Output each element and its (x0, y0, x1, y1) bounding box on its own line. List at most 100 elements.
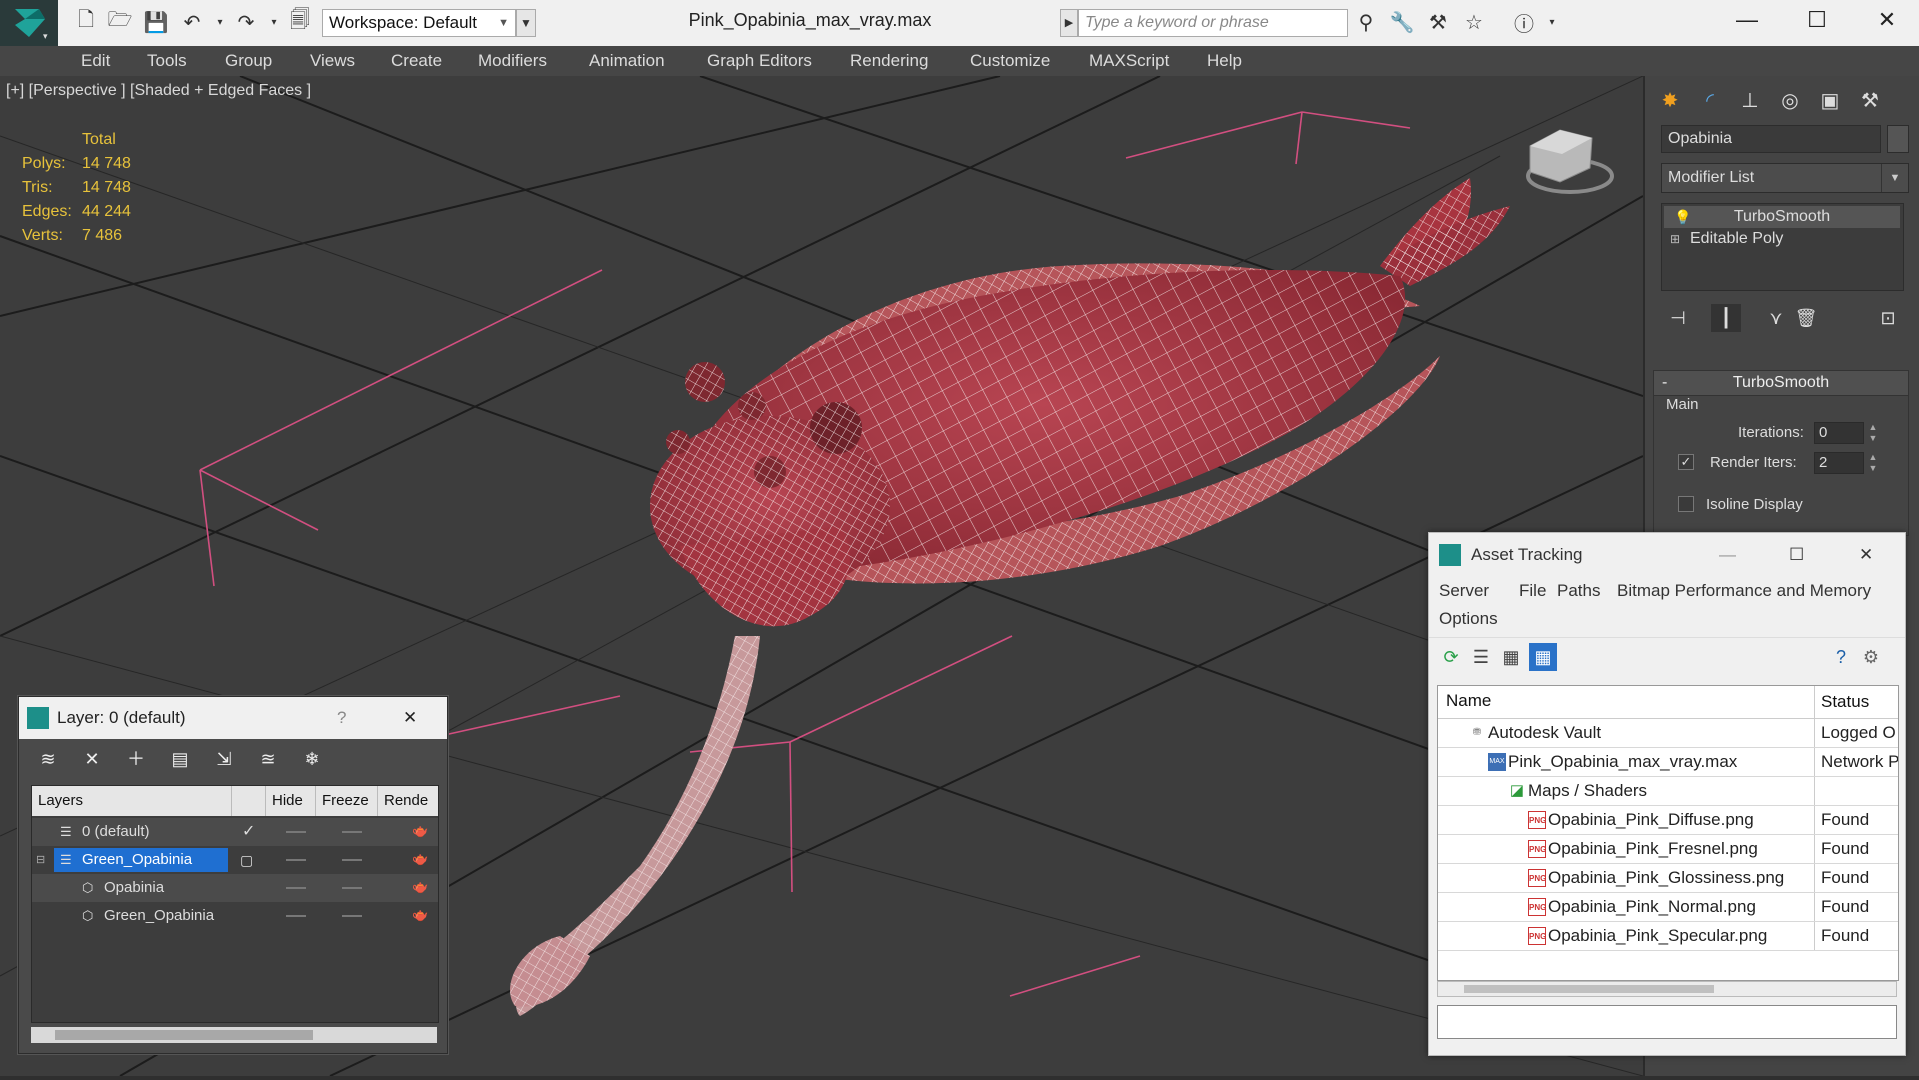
search-expand-icon[interactable]: ▶ (1060, 9, 1078, 37)
iterations-spinner[interactable]: 0 (1814, 422, 1864, 444)
asset-row[interactable]: MAX Pink_Opabinia_max_vray.max Network P (1438, 748, 1898, 777)
column-name[interactable]: Name (1446, 691, 1491, 711)
display-tab-icon[interactable]: ▣ (1813, 84, 1847, 118)
menu-edit[interactable]: Edit (81, 50, 110, 72)
create-tab-icon[interactable]: ✸ (1653, 84, 1687, 118)
configure-sets-icon[interactable]: ⊡ (1873, 304, 1903, 332)
asset-row[interactable]: ⛃ Autodesk Vault Logged O (1438, 719, 1898, 748)
object-name-field[interactable]: Opabinia (1661, 125, 1881, 153)
viewcube-icon[interactable] (1526, 129, 1614, 194)
layer-row[interactable]: ☰ 0 (default) ✓ 🫖 (32, 818, 438, 846)
menu-bitmap-performance[interactable]: Bitmap Performance and Memory (1617, 581, 1871, 601)
stack-item-editable-poly[interactable]: ⊞ Editable Poly (1664, 228, 1900, 250)
menu-graph-editors[interactable]: Graph Editors (707, 50, 812, 72)
column-freeze[interactable]: Freeze (316, 786, 378, 816)
minimize-button[interactable]: — (1719, 533, 1736, 577)
table-view-icon[interactable]: ▦ (1529, 643, 1557, 671)
redo-icon[interactable]: ↷ (232, 9, 260, 35)
column-layers[interactable]: Layers (32, 786, 232, 816)
asset-row[interactable]: PNG Opabinia_Pink_Diffuse.png Found (1438, 806, 1898, 835)
add-to-layer-icon[interactable]: ＋ (121, 745, 151, 773)
menu-customize[interactable]: Customize (970, 50, 1050, 72)
close-button[interactable]: ✕ (1852, 0, 1919, 40)
menu-animation[interactable]: Animation (589, 50, 665, 72)
list-view-icon[interactable]: ☰ (1467, 643, 1495, 671)
utilities-tab-icon[interactable]: ⚒ (1853, 84, 1887, 118)
menu-create[interactable]: Create (391, 50, 442, 72)
render-teapot-icon[interactable]: 🫖 (412, 852, 428, 865)
asset-row[interactable]: PNG Opabinia_Pink_Glossiness.png Found (1438, 864, 1898, 893)
expand-plus-icon[interactable]: ⊞ (1670, 228, 1680, 250)
hide-toggle[interactable] (286, 859, 306, 861)
asset-row[interactable]: PNG Opabinia_Pink_Fresnel.png Found (1438, 835, 1898, 864)
turbosmooth-rollout-header[interactable]: - TurboSmooth (1653, 370, 1909, 396)
render-teapot-icon[interactable]: 🫖 (412, 824, 428, 837)
menu-views[interactable]: Views (310, 50, 355, 72)
object-color-swatch[interactable] (1887, 125, 1909, 153)
menu-modifiers[interactable]: Modifiers (478, 50, 547, 72)
scrollbar-thumb[interactable] (55, 1030, 313, 1040)
refresh-icon[interactable]: ⟳ (1437, 643, 1465, 671)
asset-row[interactable]: PNG Opabinia_Pink_Normal.png Found (1438, 893, 1898, 922)
workspace-dropdown[interactable]: Workspace: Default ▼ (322, 9, 516, 37)
spinner-arrows-icon[interactable]: ▲ ▼ (1866, 422, 1880, 444)
search-input[interactable] (1078, 9, 1348, 37)
render-teapot-icon[interactable]: 🫖 (412, 908, 428, 921)
column-render[interactable]: Rende (378, 786, 438, 816)
menu-file[interactable]: File (1519, 581, 1546, 601)
make-current-icon[interactable]: ▢ (240, 846, 253, 874)
minimize-button[interactable]: — (1712, 0, 1782, 40)
new-layer-icon[interactable]: ≋ (33, 745, 63, 773)
freeze-all-layers-icon[interactable]: ❄ (297, 745, 327, 773)
help-context-icon[interactable]: ? (1827, 643, 1855, 671)
new-file-icon[interactable]: 🗋 (72, 9, 100, 35)
hierarchy-tab-icon[interactable]: ⊥ (1733, 84, 1767, 118)
modify-tab-icon[interactable]: ◜ (1693, 84, 1727, 118)
horizontal-scrollbar[interactable] (31, 1027, 437, 1043)
freeze-toggle[interactable] (342, 831, 362, 833)
show-end-result-icon[interactable]: ┃ (1711, 304, 1741, 332)
isoline-display-checkbox[interactable] (1678, 496, 1694, 512)
save-icon[interactable]: 💾 (142, 9, 170, 35)
menu-rendering[interactable]: Rendering (850, 50, 928, 72)
layer-dialog-titlebar[interactable]: Layer: 0 (default) ? ✕ (19, 697, 447, 739)
binoculars-icon[interactable]: ⚲ (1352, 9, 1380, 35)
close-button[interactable]: ✕ (1859, 533, 1873, 577)
undo-dropdown-icon[interactable]: ▾ (206, 9, 234, 35)
delete-layer-icon[interactable]: ✕ (77, 745, 107, 773)
motion-tab-icon[interactable]: ◎ (1773, 84, 1807, 118)
highlight-layer-icon[interactable]: ⇲ (209, 745, 239, 773)
horizontal-scrollbar[interactable] (1437, 981, 1897, 997)
select-layer-objects-icon[interactable]: ▤ (165, 745, 195, 773)
stack-item-turbosmooth[interactable]: 💡 TurboSmooth (1664, 206, 1900, 228)
hide-toggle[interactable] (286, 887, 306, 889)
scrollbar-thumb[interactable] (1464, 985, 1714, 993)
maximize-button[interactable]: ☐ (1789, 533, 1804, 577)
undo-icon[interactable]: ↶ (178, 9, 206, 35)
hide-toggle[interactable] (286, 831, 306, 833)
menu-group[interactable]: Group (225, 50, 272, 72)
remove-modifier-icon[interactable]: 🗑 (1791, 304, 1821, 332)
render-teapot-icon[interactable]: 🫖 (412, 880, 428, 893)
pin-stack-icon[interactable]: ⊣ (1663, 304, 1693, 332)
modifier-list-dropdown[interactable]: Modifier List ▼ (1661, 163, 1909, 193)
tools-icon[interactable]: 🔧 (1388, 9, 1416, 35)
layer-row[interactable]: ⬡ Green_Opabinia 🫖 (32, 902, 438, 930)
project-folder-icon[interactable]: 🗐 (286, 9, 314, 35)
asset-dialog-titlebar[interactable]: Asset Tracking — ☐ ✕ (1429, 533, 1905, 577)
freeze-toggle[interactable] (342, 915, 362, 917)
workspace-more-icon[interactable]: ▼ (516, 9, 536, 37)
menu-options[interactable]: Options (1439, 609, 1498, 629)
hide-toggle[interactable] (286, 915, 306, 917)
exchange-icon[interactable]: ⚒ (1424, 9, 1452, 35)
maximize-button[interactable]: ☐ (1782, 0, 1852, 40)
help-button[interactable]: ? (337, 697, 346, 739)
close-button[interactable]: ✕ (403, 697, 417, 739)
menu-help[interactable]: Help (1207, 50, 1242, 72)
menu-maxscript[interactable]: MAXScript (1089, 50, 1169, 72)
column-hide[interactable]: Hide (266, 786, 316, 816)
menu-server[interactable]: Server (1439, 581, 1489, 601)
hide-all-layers-icon[interactable]: ≊ (253, 745, 283, 773)
layer-row[interactable]: ⬡ Opabinia 🫖 (32, 874, 438, 902)
redo-dropdown-icon[interactable]: ▾ (260, 9, 288, 35)
